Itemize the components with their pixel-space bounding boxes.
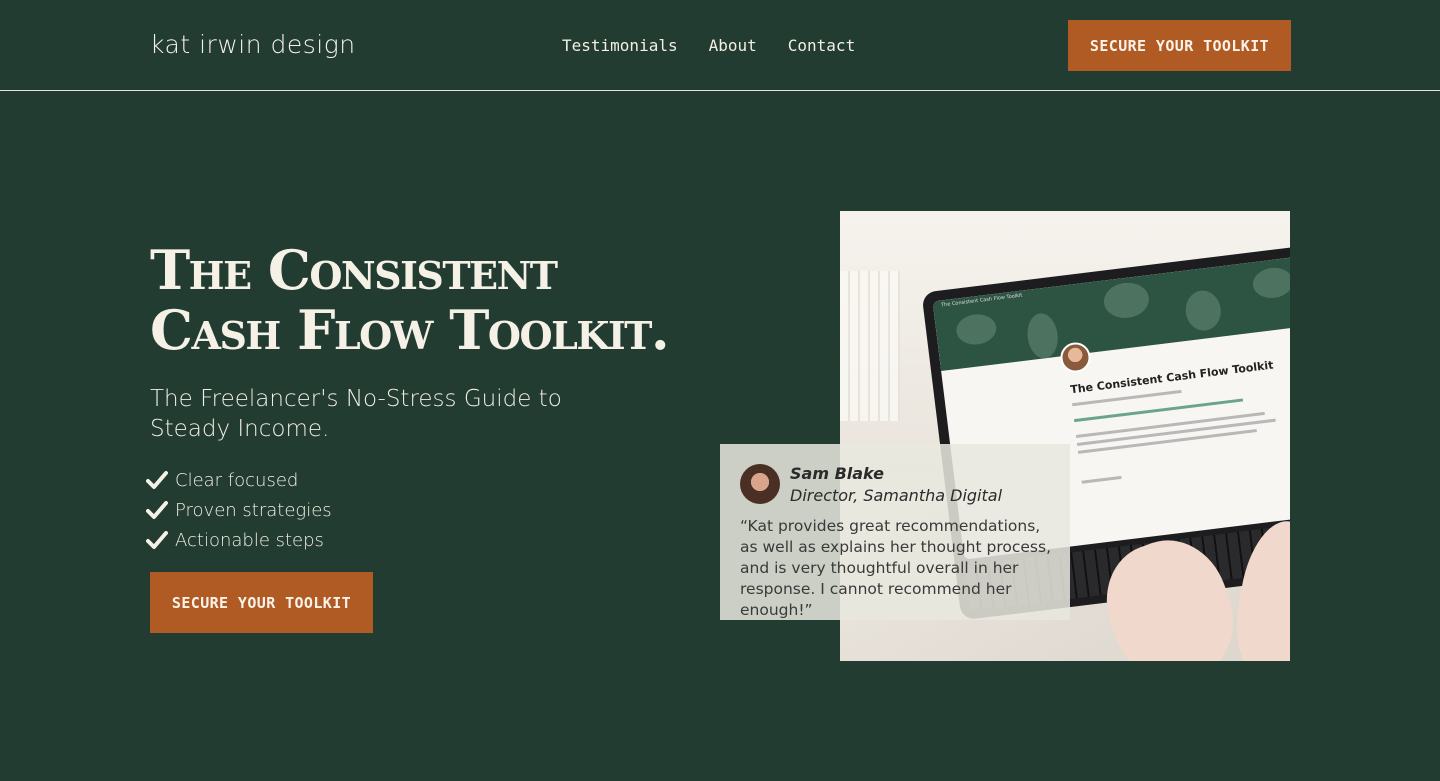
header-cta-button[interactable]: SECURE YOUR TOOLKIT <box>1068 20 1291 71</box>
feature-label: Proven strategies <box>175 499 332 521</box>
feature-item: Actionable steps <box>146 525 332 555</box>
leaf-shape <box>1024 311 1061 361</box>
checkmark-icon <box>146 471 168 489</box>
feature-item: Proven strategies <box>146 495 332 525</box>
photo-radiator <box>840 271 900 421</box>
leaf-shape <box>954 312 999 347</box>
testimonial-card: Sam Blake Director, Samantha Digital “Ka… <box>720 444 1070 620</box>
avatar <box>740 464 780 504</box>
nav-about[interactable]: About <box>709 36 757 55</box>
hero-title: The Consistent Cash Flow Toolkit. <box>150 240 750 360</box>
feature-list: Clear focused Proven strategies Actionab… <box>146 465 332 555</box>
hero-title-line-1: The Consistent <box>150 238 558 302</box>
leaf-shape <box>1101 280 1151 321</box>
checkmark-icon <box>146 531 168 549</box>
testimonial-quote: “Kat provides great recommendations, as … <box>740 517 1051 619</box>
nav-contact[interactable]: Contact <box>788 36 855 55</box>
feature-label: Clear focused <box>175 469 299 491</box>
hero-subtitle: The Freelancer's No-Stress Guide to Stea… <box>150 386 562 442</box>
main-nav: Testimonials About Contact <box>562 36 855 55</box>
screen-text-line <box>1081 475 1122 484</box>
site-header: kat irwin design Testimonials About Cont… <box>0 0 1440 91</box>
hero-cta-button[interactable]: SECURE YOUR TOOLKIT <box>150 572 373 633</box>
screen-tab-title: The Consistent Cash Flow Toolkit <box>940 292 1023 309</box>
feature-item: Clear focused <box>146 465 332 495</box>
leaf-shape <box>1183 288 1224 333</box>
testimonial-role: Director, Samantha Digital <box>790 486 1003 505</box>
hero-title-line-2: Cash Flow Toolkit. <box>150 298 670 362</box>
testimonial-name: Sam Blake <box>790 464 884 483</box>
nav-testimonials[interactable]: Testimonials <box>562 36 678 55</box>
leaf-shape <box>1251 265 1290 301</box>
feature-label: Actionable steps <box>175 529 324 551</box>
brand-logo[interactable]: kat irwin design <box>150 30 356 59</box>
checkmark-icon <box>146 501 168 519</box>
